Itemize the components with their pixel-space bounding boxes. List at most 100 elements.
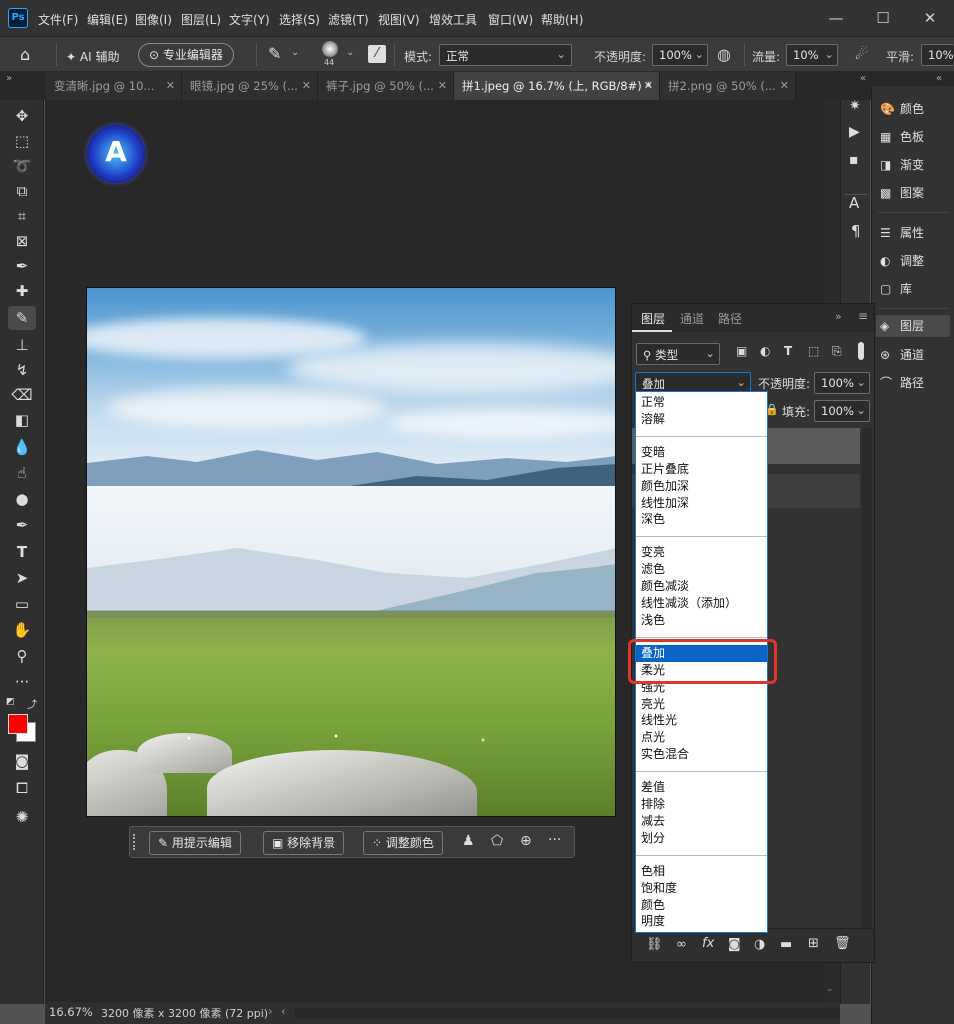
horizontal-scrollbar[interactable]	[295, 1008, 840, 1018]
filter-shape-icon[interactable]: ⬚	[808, 344, 819, 358]
stamp-tool-icon[interactable]: ⊥	[8, 333, 36, 357]
generative-icon[interactable]: ✺	[8, 805, 36, 829]
brush-tool-icon[interactable]: ✎	[268, 44, 281, 63]
tab-channels[interactable]: 通道	[680, 310, 704, 327]
panel-channels[interactable]: ⊛ 通道	[880, 346, 924, 368]
blend-mode-option[interactable]: 颜色	[636, 897, 767, 914]
menu-file[interactable]: 文件(F)	[38, 11, 78, 28]
add-mask-icon[interactable]: ◙	[728, 937, 741, 952]
chevron-down-icon[interactable]: ⌄	[346, 47, 354, 58]
chevron-down-icon[interactable]: ⌄	[291, 47, 299, 58]
smudge-tool-icon[interactable]: ☝	[8, 461, 36, 485]
adjustment-layer-icon[interactable]: ◑	[754, 937, 765, 952]
collapse-toolbar-icon[interactable]: »	[6, 73, 12, 84]
panel-swatches[interactable]: ▦ 色板	[880, 128, 924, 150]
menu-filter[interactable]: 滤镜(T)	[328, 11, 369, 28]
panel-paths[interactable]: ⌒ 路径	[880, 374, 924, 396]
menu-help[interactable]: 帮助(H)	[541, 11, 583, 28]
opacity-field[interactable]: 100% ⌄	[652, 44, 708, 66]
menu-plugins[interactable]: 增效工具	[429, 11, 477, 28]
collapse-panel-icon[interactable]: «	[936, 73, 942, 84]
object-select-tool-icon[interactable]: ⧉	[8, 179, 36, 203]
home-icon[interactable]: ⌂	[20, 45, 30, 64]
blend-mode-option[interactable]: 点光	[636, 729, 767, 746]
frame-tool-icon[interactable]: ⊠	[8, 229, 36, 253]
smooth-field[interactable]: 10%	[921, 44, 954, 66]
character-icon[interactable]: A	[849, 194, 859, 212]
expand-icon[interactable]: »	[835, 310, 842, 323]
gradient-tool-icon[interactable]: ◧	[8, 408, 36, 432]
rectangle-tool-icon[interactable]: ▭	[8, 592, 36, 616]
blend-mode-option[interactable]: 色相	[636, 863, 767, 880]
eraser-tool-icon[interactable]: ⌫	[8, 383, 36, 407]
pro-editor-button[interactable]: ⊙ 专业编辑器	[138, 43, 234, 67]
brush-presets-icon[interactable]: ▪	[849, 152, 859, 168]
filter-smart-icon[interactable]: ⎘	[832, 344, 842, 359]
history-brush-tool-icon[interactable]: ↯	[8, 358, 36, 382]
tab-pants[interactable]: 裤子.jpg @ 50% (... ✕	[318, 72, 454, 100]
fill-field[interactable]: 100% ⌄	[814, 400, 870, 422]
panel-adjustments[interactable]: ◐ 调整	[880, 252, 924, 274]
fx-icon[interactable]: fx	[702, 936, 714, 951]
default-colors-icon[interactable]: ◩	[6, 697, 15, 707]
panel-patterns[interactable]: ▩ 图案	[880, 184, 924, 206]
brush-preview-icon[interactable]	[322, 41, 338, 57]
trash-icon[interactable]: 🗑	[834, 936, 851, 951]
blend-mode-option[interactable]: 划分	[636, 830, 767, 847]
document-info[interactable]: 3200 像素 x 3200 像素 (72 ppi)	[101, 1005, 268, 1021]
crop-tool-icon[interactable]: ⌗	[8, 204, 36, 228]
filter-adjust-icon[interactable]: ◐	[760, 344, 770, 358]
new-layer-icon[interactable]: ⊞	[808, 936, 819, 951]
close-button[interactable]: ✕	[910, 6, 950, 30]
menu-select[interactable]: 选择(S)	[279, 11, 320, 28]
tab-sharpen[interactable]: 变清晰.jpg @ 10... ✕	[46, 72, 182, 100]
chevron-right-icon[interactable]: ›	[268, 1004, 273, 1018]
ai-assist-button[interactable]: ✦ AI 辅助	[66, 48, 119, 65]
transform-icon[interactable]: ⬠	[491, 833, 503, 849]
link-layers-icon[interactable]: ⛓	[646, 937, 663, 952]
tab-pin2[interactable]: 拼2.png @ 50% (... ✕	[660, 72, 796, 100]
blend-mode-option[interactable]: 颜色减淡	[636, 578, 767, 595]
blend-mode-option[interactable]: 减去	[636, 813, 767, 830]
close-icon[interactable]: ✕	[166, 72, 175, 100]
blend-mode-option[interactable]: 浅色	[636, 612, 767, 629]
zoom-level[interactable]: 16.67%	[49, 1005, 93, 1019]
hand-tool-icon[interactable]: ✋	[8, 618, 36, 642]
brush-tool-icon[interactable]: ✎	[8, 306, 36, 330]
mode-select[interactable]: 正常 ⌄	[439, 44, 572, 66]
healing-brush-tool-icon[interactable]: ✚	[8, 279, 36, 303]
lasso-tool-icon[interactable]: ➰	[8, 154, 36, 178]
blend-mode-option[interactable]: 线性加深	[636, 495, 767, 512]
blend-mode-option[interactable]: 颜色加深	[636, 478, 767, 495]
blend-mode-option[interactable]: 滤色	[636, 561, 767, 578]
blur-tool-icon[interactable]: 💧	[8, 435, 36, 459]
blend-mode-option[interactable]: 正常	[636, 394, 767, 411]
chevron-left-icon[interactable]: ‹	[281, 1004, 286, 1018]
history-icon[interactable]: ✷	[849, 98, 861, 114]
blend-mode-option[interactable]: 线性光	[636, 712, 767, 729]
filter-pixel-icon[interactable]: ▣	[736, 344, 747, 358]
brush-settings-icon[interactable]: ⁄	[368, 45, 386, 63]
tab-pin1-active[interactable]: 拼1.jpeg @ 16.7% (上, RGB/8#) * ✕	[454, 72, 660, 100]
tab-glasses[interactable]: 眼镜.jpg @ 25% (... ✕	[182, 72, 318, 100]
paragraph-icon[interactable]: ¶	[851, 222, 861, 240]
adjust-color-button[interactable]: ⁘ 调整颜色	[363, 831, 443, 855]
pressure-opacity-icon[interactable]: ◍	[717, 45, 731, 64]
flow-field[interactable]: 10% ⌄	[786, 44, 838, 66]
menu-window[interactable]: 窗口(W)	[488, 11, 533, 28]
link-icon[interactable]: ∞	[676, 937, 687, 952]
marquee-tool-icon[interactable]: ⬚	[8, 129, 36, 153]
folder-icon[interactable]: ▬	[780, 937, 792, 952]
blend-mode-option[interactable]: 线性减淡（添加）	[636, 595, 767, 612]
foreground-color-swatch[interactable]	[8, 714, 28, 734]
collapse-panel-icon[interactable]: «	[860, 73, 866, 84]
menu-view[interactable]: 视图(V)	[378, 11, 420, 28]
blend-mode-option[interactable]: 正片叠底	[636, 461, 767, 478]
close-icon[interactable]: ✕	[644, 72, 653, 100]
drag-handle-icon[interactable]	[133, 834, 136, 850]
maximize-button[interactable]: ☐	[863, 6, 903, 30]
more-tools-icon[interactable]: ···	[8, 670, 36, 694]
panel-menu-icon[interactable]: ≡	[858, 309, 868, 323]
dodge-tool-icon[interactable]: ●	[8, 487, 36, 511]
menu-image[interactable]: 图像(I)	[135, 11, 172, 28]
